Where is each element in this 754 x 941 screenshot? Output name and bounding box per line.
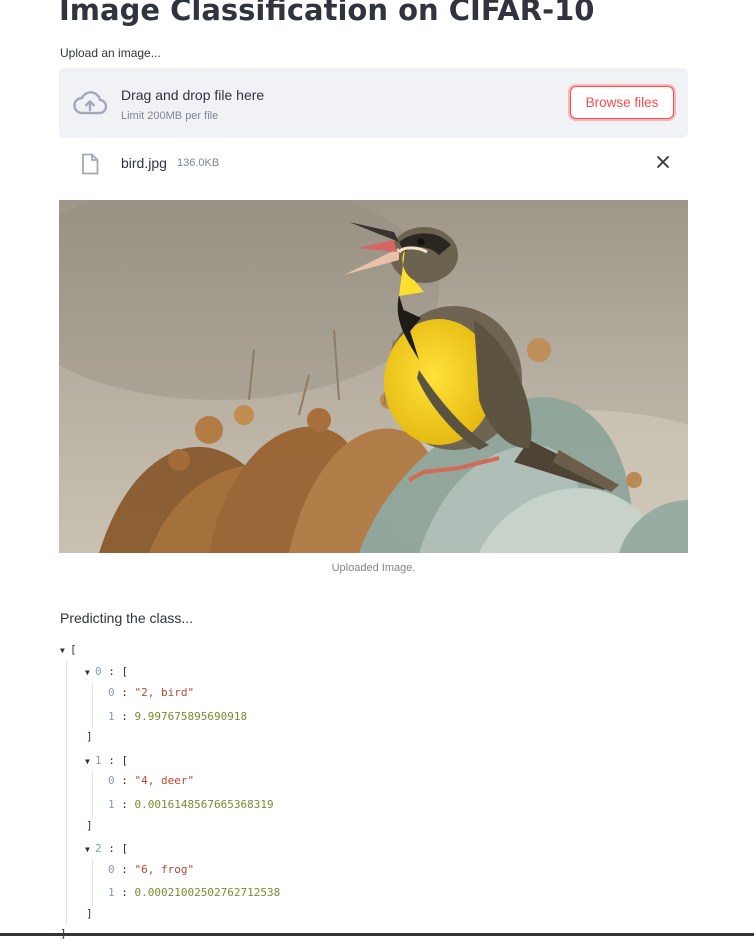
json-item-2-guide [92, 860, 93, 906]
json-index: 1 [95, 754, 102, 767]
json-score-row: 1 : 0.00021002502762712538 [108, 886, 281, 899]
json-item-0-guide [92, 683, 93, 729]
json-score-row: 1 : 9.997675895690918 [108, 710, 248, 723]
json-score-value: 9.997675895690918 [134, 710, 248, 723]
json-score-value: 0.0016148567665368319 [134, 798, 274, 811]
json-item-close: ] [86, 730, 93, 743]
json-score-value: 0.00021002502762712538 [134, 886, 281, 899]
prediction-json-viewer: ▼[ ▼ 0 : [ 0 : "2, bird" 1 : 9.9976758956… [0, 0, 754, 940]
json-class-row: 0 : "4, deer" [108, 774, 195, 787]
json-index: 0 [95, 665, 102, 678]
json-item-1-guide [92, 771, 93, 817]
json-class-row: 0 : "6, frog" [108, 863, 195, 876]
collapse-caret-icon[interactable]: ▼ [85, 666, 95, 680]
json-score-row: 1 : 0.0016148567665368319 [108, 798, 274, 811]
json-class-label: "2, bird" [134, 686, 195, 699]
json-item-close: ] [86, 907, 93, 920]
collapse-caret-icon[interactable]: ▼ [60, 644, 70, 658]
json-class-label: "6, frog" [134, 863, 195, 876]
json-item-close: ] [86, 819, 93, 832]
json-root-open[interactable]: ▼[ [60, 643, 77, 658]
json-item-open[interactable]: ▼ 2 : [ [85, 842, 128, 857]
json-index: 2 [95, 842, 102, 855]
json-root-guide [66, 662, 67, 924]
collapse-caret-icon[interactable]: ▼ [85, 843, 95, 857]
collapse-caret-icon[interactable]: ▼ [85, 755, 95, 769]
json-item-open[interactable]: ▼ 1 : [ [85, 754, 128, 769]
json-item-open[interactable]: ▼ 0 : [ [85, 665, 128, 680]
json-class-row: 0 : "2, bird" [108, 686, 195, 699]
json-class-label: "4, deer" [134, 774, 195, 787]
